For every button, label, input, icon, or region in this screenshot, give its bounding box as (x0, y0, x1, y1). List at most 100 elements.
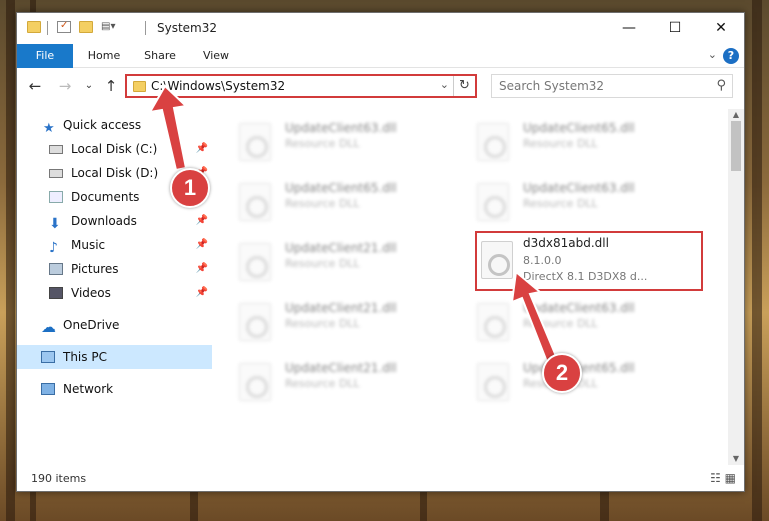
sidebar-item-local-disk-c[interactable]: Local Disk (C:) 📌 (17, 137, 212, 161)
file-name: UpdateClient21.dll (285, 361, 397, 375)
address-bar[interactable]: C:\Windows\System32 ⌄ ↻ (125, 74, 477, 98)
pin-icon: 📌 (195, 143, 208, 154)
sidebar-item-videos[interactable]: Videos 📌 (17, 281, 212, 305)
search-input[interactable]: Search System32 ⚲ (491, 74, 733, 98)
film-icon (49, 287, 63, 299)
sidebar-item-label: Network (63, 382, 114, 396)
tab-view[interactable]: View (191, 44, 241, 68)
sidebar-item-quick-access[interactable]: ★ Quick access (17, 113, 212, 137)
file-tile[interactable]: UpdateClient63.dll Resource DLL (451, 293, 675, 349)
file-tile[interactable]: UpdateClient63.dll Resource DLL (451, 173, 675, 229)
status-bar: 190 items ☷ ▦ (17, 467, 744, 491)
file-description: Resource DLL (285, 197, 360, 210)
sidebar-item-label: This PC (63, 350, 107, 364)
drive-icon (49, 169, 63, 178)
new-folder-icon[interactable] (79, 21, 93, 33)
file-description: Resource DLL (285, 137, 360, 150)
recent-locations-chevron-icon[interactable]: ⌄ (79, 76, 99, 96)
file-tile[interactable]: UpdateClient65.dll Resource DLL (451, 113, 675, 169)
sidebar-item-this-pc[interactable]: This PC (17, 345, 212, 369)
chevron-down-icon[interactable]: ⌄ (708, 48, 717, 61)
title-bar: ✓ ▤▾ System32 — ☐ ✕ (17, 13, 744, 43)
customize-toolbar-icon[interactable]: ▤▾ (101, 21, 115, 33)
ribbon-tabs: File Home Share View ⌄ ? (17, 44, 744, 68)
separator (47, 21, 48, 35)
file-name: UpdateClient63.dll (523, 181, 635, 195)
picture-icon (49, 263, 63, 275)
file-tile[interactable]: UpdateClient63.dll Resource DLL (213, 113, 437, 169)
maximize-button[interactable]: ☐ (652, 13, 698, 43)
window-title: System32 (157, 21, 218, 35)
sidebar-item-downloads[interactable]: ⬇ Downloads 📌 (17, 209, 212, 233)
file-description: Resource DLL (523, 317, 598, 330)
dll-file-icon (239, 303, 271, 341)
back-arrow-icon[interactable]: ← (25, 76, 45, 96)
file-description: Resource DLL (285, 257, 360, 270)
file-version: 8.1.0.0 (523, 254, 562, 267)
pin-icon: 📌 (195, 215, 208, 226)
scroll-down-icon[interactable]: ▼ (728, 453, 744, 465)
sidebar-item-label: Downloads (71, 214, 137, 228)
vertical-scrollbar[interactable]: ▲ ▼ (728, 109, 744, 465)
sidebar-item-label: Videos (71, 286, 111, 300)
file-name: UpdateClient21.dll (285, 241, 397, 255)
separator (145, 21, 146, 35)
sidebar-item-label: Quick access (63, 118, 142, 132)
address-dropdown-icon[interactable]: ⌄ (440, 78, 449, 91)
file-name: UpdateClient65.dll (523, 121, 635, 135)
search-icon: ⚲ (716, 78, 726, 93)
sidebar-item-label: Local Disk (D:) (71, 166, 159, 180)
gear-file-icon (481, 241, 513, 279)
file-tile[interactable]: UpdateClient21.dll Resource DLL (213, 293, 437, 349)
sidebar-item-label: OneDrive (63, 318, 120, 332)
sidebar-item-label: Pictures (71, 262, 119, 276)
callout-1: 1 (170, 168, 210, 208)
minimize-button[interactable]: — (606, 13, 652, 43)
file-name: UpdateClient63.dll (523, 301, 635, 315)
address-path[interactable]: C:\Windows\System32 (151, 79, 285, 93)
sidebar-item-music[interactable]: ♪ Music 📌 (17, 233, 212, 257)
cloud-icon: ☁ (41, 318, 56, 336)
scroll-up-icon[interactable]: ▲ (728, 109, 744, 121)
tab-home[interactable]: Home (79, 44, 129, 68)
highlighted-file-tile[interactable]: d3dx81abd.dll 8.1.0.0 DirectX 8.1 D3DX8 … (475, 231, 703, 291)
drive-icon (49, 145, 63, 154)
forward-arrow-icon[interactable]: → (55, 76, 75, 96)
help-icon[interactable]: ? (723, 48, 739, 64)
tab-share[interactable]: Share (135, 44, 185, 68)
tab-file[interactable]: File (17, 44, 73, 68)
up-arrow-icon[interactable]: ↑ (101, 76, 121, 96)
file-description: Resource DLL (523, 197, 598, 210)
file-list: UpdateClient63.dll Resource DLL UpdateCl… (213, 109, 730, 461)
refresh-icon[interactable]: ↻ (453, 76, 475, 96)
pin-icon: 📌 (195, 287, 208, 298)
file-description: Resource DLL (523, 137, 598, 150)
file-name: d3dx81abd.dll (523, 236, 609, 250)
sidebar-item-network[interactable]: Network (17, 377, 212, 401)
file-description: Resource DLL (285, 377, 360, 390)
file-tile[interactable]: UpdateClient65.dll Resource DLL (213, 173, 437, 229)
search-placeholder: Search System32 (499, 79, 605, 93)
file-description: DirectX 8.1 D3DX8 d... (523, 270, 648, 283)
dll-file-icon (477, 123, 509, 161)
dll-file-icon (239, 363, 271, 401)
dll-file-icon (477, 303, 509, 341)
file-description: Resource DLL (285, 317, 360, 330)
item-count: 190 items (31, 472, 87, 485)
document-icon (49, 191, 63, 203)
file-tile[interactable]: UpdateClient21.dll Resource DLL (213, 353, 437, 409)
music-note-icon: ♪ (49, 240, 58, 256)
close-button[interactable]: ✕ (698, 13, 744, 43)
sidebar-item-onedrive[interactable]: ☁ OneDrive (17, 313, 212, 337)
properties-icon[interactable]: ✓ (57, 20, 71, 33)
dll-file-icon (239, 243, 271, 281)
file-name: UpdateClient63.dll (285, 121, 397, 135)
download-arrow-icon: ⬇ (49, 216, 61, 232)
scroll-thumb[interactable] (731, 121, 741, 171)
view-toggle-icons[interactable]: ☷ ▦ (710, 471, 736, 485)
file-tile[interactable]: UpdateClient21.dll Resource DLL (213, 233, 437, 289)
folder-icon (133, 81, 146, 92)
sidebar-item-pictures[interactable]: Pictures 📌 (17, 257, 212, 281)
dll-file-icon (239, 123, 271, 161)
star-icon: ★ (43, 121, 55, 136)
